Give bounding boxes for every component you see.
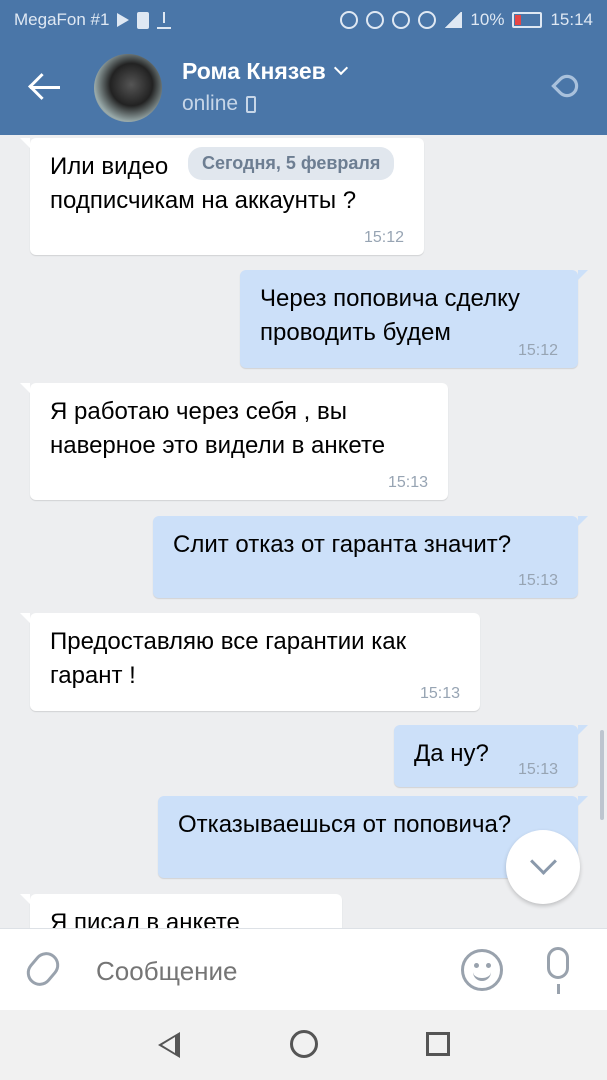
message-incoming[interactable]: Предоставляю все гарантии как гарант ! 1… [20, 613, 480, 711]
sim-icon [137, 11, 150, 29]
message-text: Отказываешься от поповича? [178, 811, 512, 838]
message-text: Я работаю через себя , вы [50, 398, 347, 425]
contact-name-text: Рома Князев [182, 58, 326, 84]
message-time: 15:12 [363, 229, 404, 246]
nav-home-icon[interactable] [290, 1030, 318, 1058]
back-arrow-icon[interactable] [28, 72, 62, 102]
message-time: 15:13 [517, 572, 558, 589]
alarm-icon [366, 11, 385, 29]
system-nav-bar [0, 1010, 607, 1080]
message-incoming[interactable]: Я работаю через себя , вы наверное это в… [20, 383, 448, 500]
message-text: проводить будем [260, 319, 451, 346]
mute-icon [340, 11, 359, 29]
play-icon [117, 13, 130, 27]
message-outgoing[interactable]: Да ну? 15:13 [394, 725, 588, 787]
message-text: Предоставляю все гарантии как [50, 628, 407, 655]
download-icon [157, 11, 172, 29]
message-outgoing[interactable]: Через поповича сделку проводить будем 15… [240, 270, 588, 368]
contact-name[interactable]: Рома Князев [182, 58, 348, 85]
message-time: 15:13 [419, 685, 460, 702]
message-input[interactable] [96, 951, 426, 991]
contact-status: online [182, 92, 257, 116]
status-bar: MegaFon #1 10% 15:14 [0, 0, 607, 40]
mobile-icon [246, 96, 257, 113]
status-text: online [182, 92, 239, 115]
battery-percent: 10% [470, 10, 505, 29]
signal-icon [444, 12, 463, 28]
date-separator: Сегодня, 5 февраля [188, 147, 395, 180]
message-text: гарант ! [50, 662, 136, 689]
message-outgoing[interactable]: Слит отказ от гаранта значит? 15:13 [153, 516, 588, 598]
message-incoming[interactable]: Я писал в анкете [20, 894, 342, 928]
message-text: подписчикам на аккаунты ? [50, 187, 357, 214]
phone-call-icon[interactable] [551, 70, 583, 102]
message-time: 15:12 [517, 342, 558, 359]
message-time: 15:13 [387, 474, 428, 491]
nav-recent-apps-icon[interactable] [426, 1032, 450, 1056]
nav-back-icon[interactable] [158, 1032, 180, 1058]
avatar[interactable] [94, 54, 162, 122]
scrollbar[interactable] [600, 730, 604, 820]
message-time: 15:13 [517, 761, 558, 778]
eye-icon [392, 11, 411, 29]
wifi-icon [418, 11, 437, 29]
emoji-icon[interactable] [461, 949, 503, 991]
message-text: Через поповича сделку [260, 285, 520, 312]
clock: 15:14 [550, 10, 593, 29]
message-text: Слит отказ от гаранта значит? [173, 531, 512, 558]
paperclip-icon[interactable] [21, 946, 65, 992]
message-list[interactable]: Или видео подписчикам на аккаунты ? 15:1… [0, 135, 607, 928]
carrier-name: MegaFon #1 [14, 10, 110, 29]
scroll-to-bottom-button[interactable] [506, 830, 580, 904]
chat-header: Рома Князев online [0, 40, 607, 135]
microphone-icon[interactable] [547, 947, 569, 994]
battery-icon [512, 12, 543, 28]
chevron-down-icon [333, 60, 348, 76]
message-composer [0, 928, 607, 1010]
message-text: Я писал в анкете [50, 909, 240, 928]
message-text: наверное это видели в анкете [50, 432, 386, 459]
